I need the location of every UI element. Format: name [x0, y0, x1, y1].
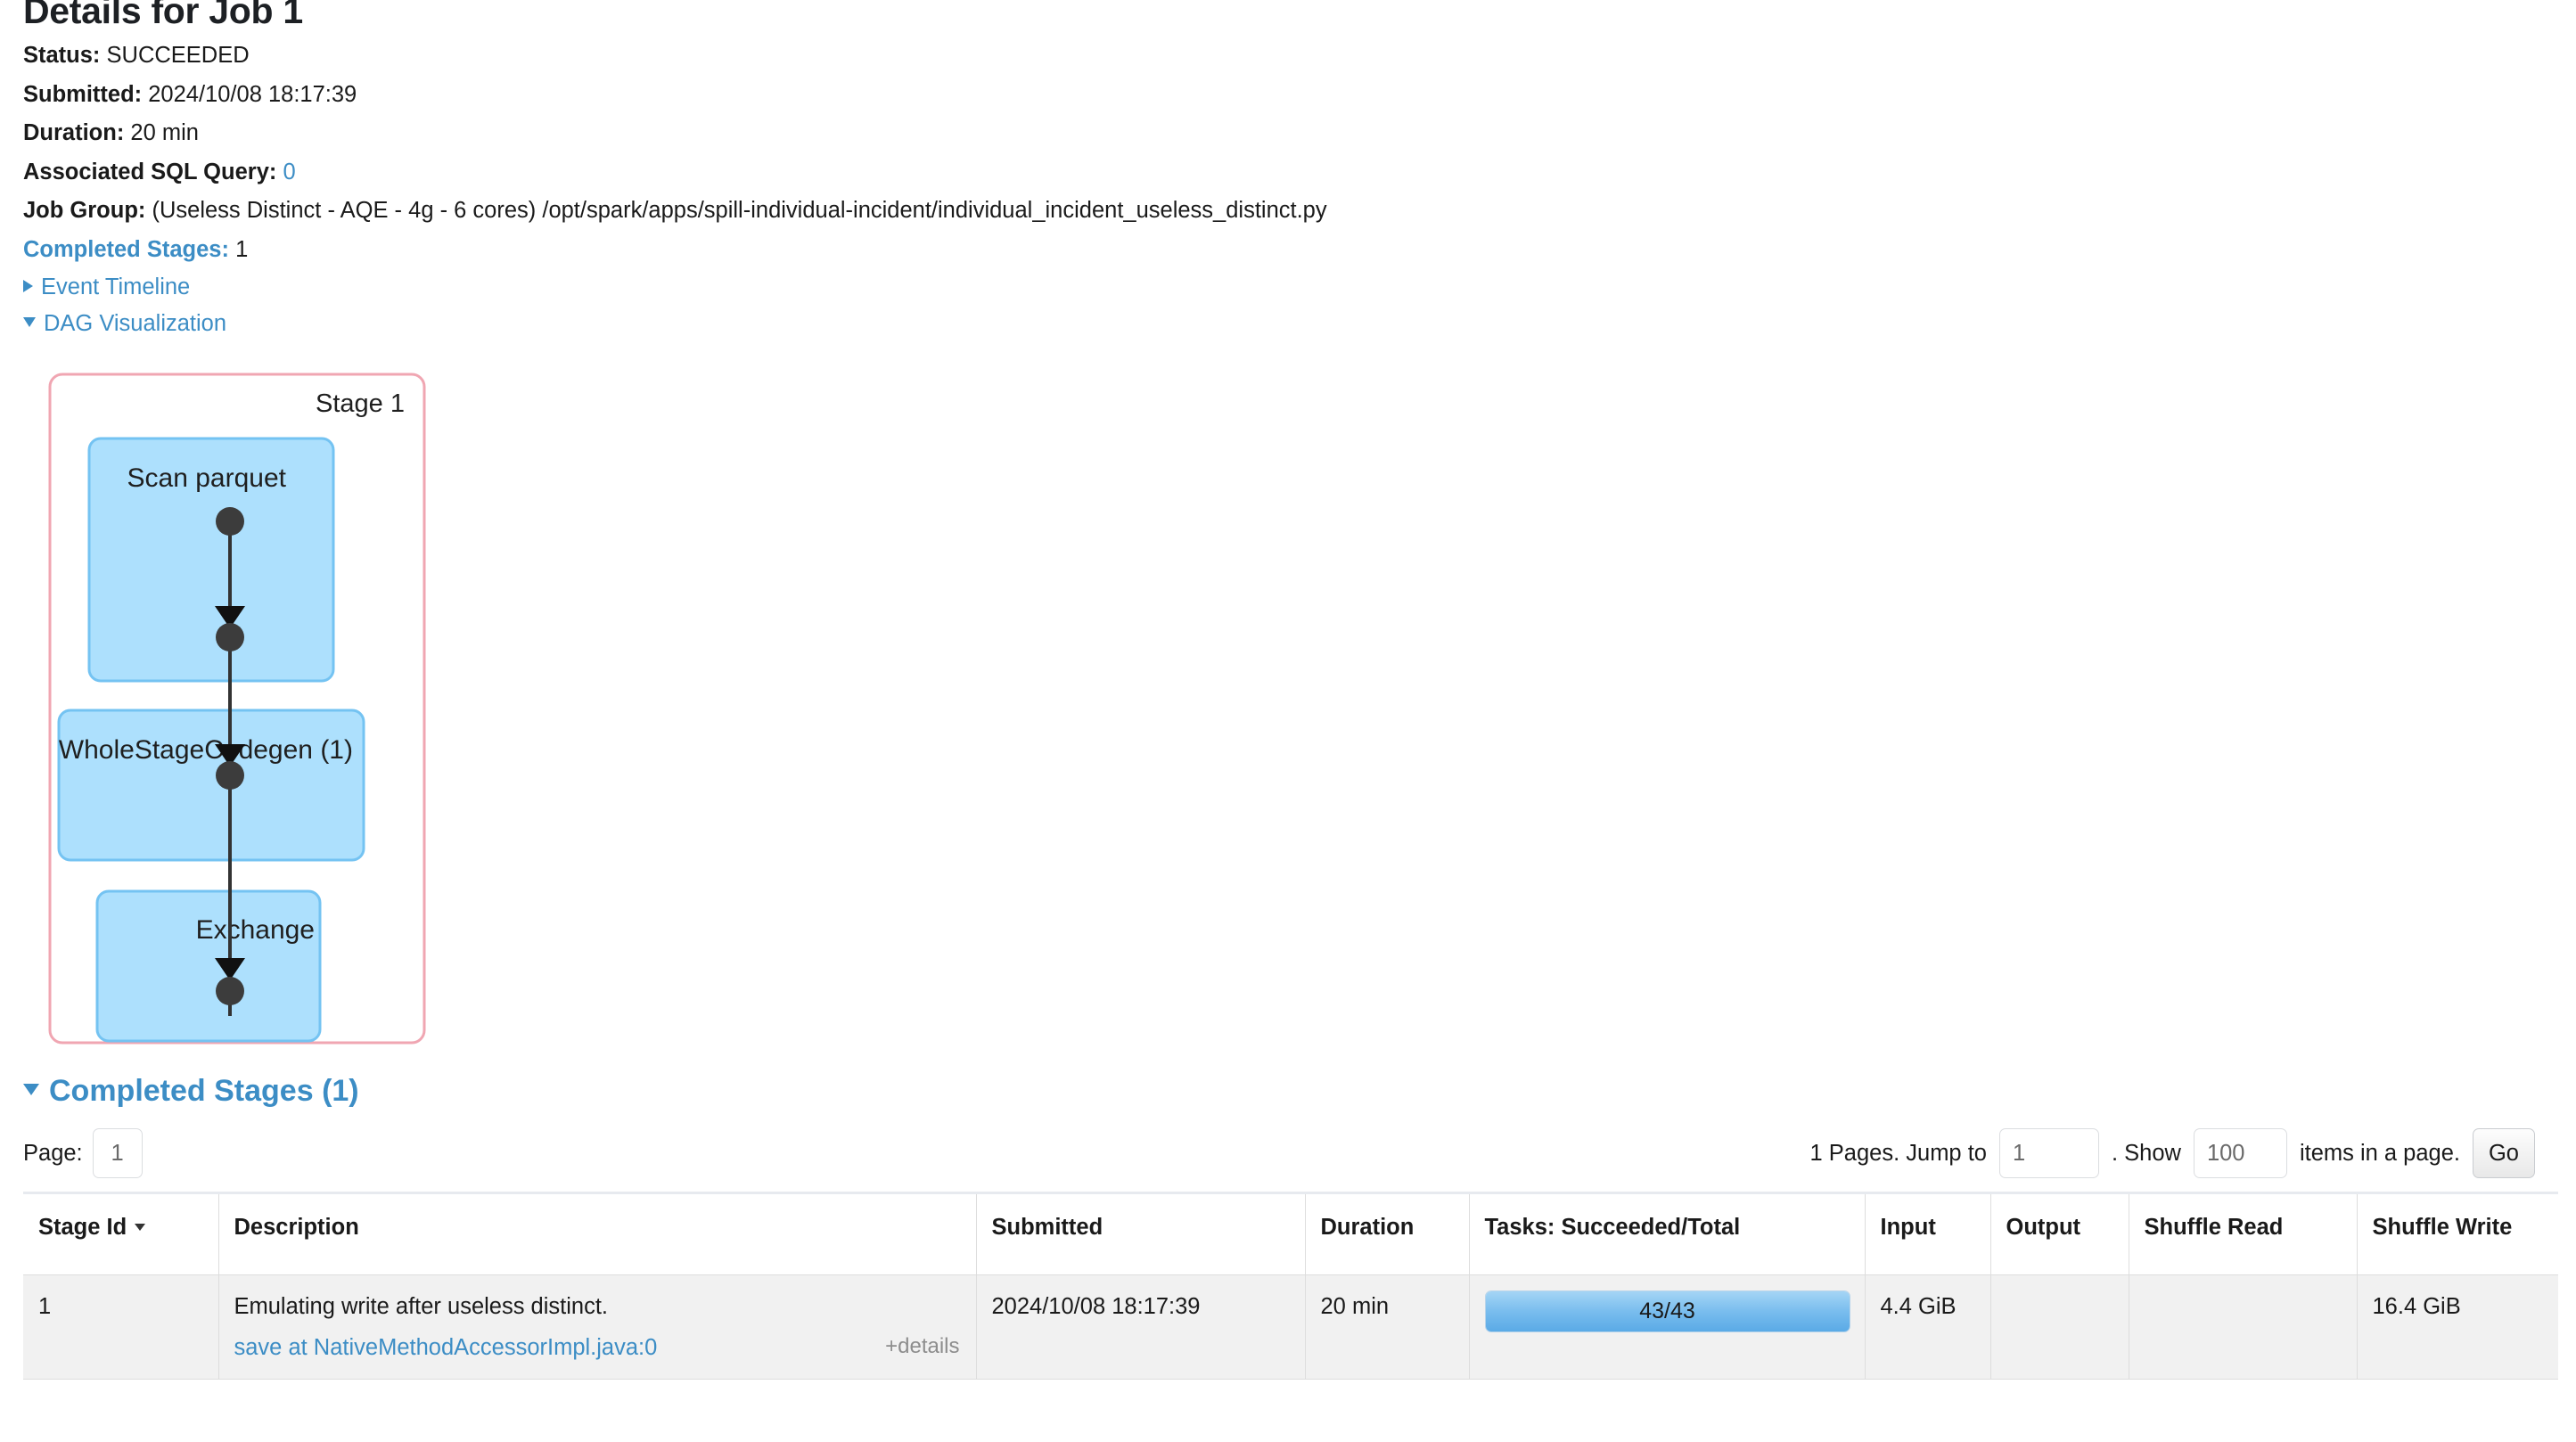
dag-visualization-label: DAG Visualization — [44, 311, 227, 336]
cell-shuffle-write: 16.4 GiB — [2357, 1274, 2558, 1380]
chevron-down-icon — [23, 317, 36, 327]
completed-stages-section-heading: Completed Stages (1) — [23, 1074, 2553, 1108]
dag-stage-label: Stage 1 — [316, 389, 405, 418]
column-header-stage-id[interactable]: Stage Id — [23, 1192, 219, 1276]
duration-label: Duration: — [23, 120, 125, 145]
summary-item-status: Status: SUCCEEDED — [23, 37, 2553, 75]
dag-dot-1 — [216, 507, 244, 536]
dag-dot-2 — [216, 761, 244, 790]
cell-description: Emulating write after useless distinct. … — [218, 1274, 977, 1380]
page-input[interactable] — [92, 1128, 143, 1179]
cell-input: 4.4 GiB — [1865, 1274, 1991, 1380]
table-header-row: Stage Id Description Submitted Duration … — [23, 1192, 2558, 1276]
dag-visualization-toggle-row: DAG Visualization — [23, 306, 2553, 342]
summary-item-job-group: Job Group: (Useless Distinct - AQE - 4g … — [23, 192, 2553, 230]
chevron-down-icon — [23, 1084, 39, 1095]
cell-stage-id: 1 — [23, 1274, 219, 1380]
cell-duration: 20 min — [1305, 1274, 1470, 1380]
table-row: 1 Emulating write after useless distinct… — [23, 1274, 2558, 1380]
dag-node-label-wholestagecodegen: WholeStageCodegen (1) — [59, 735, 353, 765]
column-header-output[interactable]: Output — [1990, 1192, 2129, 1276]
dag-node-exchange[interactable] — [95, 889, 322, 1043]
page-label: Page: — [23, 1141, 83, 1167]
dag-visualization-toggle[interactable]: DAG Visualization — [23, 311, 226, 336]
column-header-shuffle-write[interactable]: Shuffle Write — [2357, 1192, 2558, 1276]
sql-query-label: Associated SQL Query: — [23, 159, 277, 184]
pagination-left: Page: — [23, 1128, 143, 1179]
job-group-label: Job Group: — [23, 198, 146, 223]
status-label: Status: — [23, 43, 101, 68]
items-in-page-text: items in a page. — [2299, 1141, 2460, 1167]
pagination-bar: Page: 1 Pages. Jump to . Show items in a… — [23, 1127, 2553, 1180]
column-header-shuffle-read[interactable]: Shuffle Read — [2129, 1192, 2358, 1276]
cell-submitted: 2024/10/08 18:17:39 — [976, 1274, 1306, 1380]
dag-dot-4 — [216, 977, 244, 1005]
chevron-right-icon — [23, 280, 33, 292]
summary-item-duration: Duration: 20 min — [23, 114, 2553, 152]
completed-stages-value: 1 — [235, 236, 249, 262]
summary-item-sql-query: Associated SQL Query: 0 — [23, 153, 2553, 192]
cell-shuffle-read — [2129, 1274, 2358, 1380]
event-timeline-label: Event Timeline — [41, 274, 191, 299]
pagination-right: 1 Pages. Jump to . Show items in a page.… — [1809, 1128, 2553, 1179]
column-header-tasks[interactable]: Tasks: Succeeded/Total — [1469, 1192, 1866, 1276]
description-title: Emulating write after useless distinct. — [234, 1294, 609, 1320]
job-details-page: Details for Job 1 Status: SUCCEEDED Subm… — [0, 0, 2576, 1380]
cell-output — [1990, 1274, 2129, 1380]
column-header-input[interactable]: Input — [1865, 1192, 1991, 1276]
dag-dot-3 — [216, 623, 244, 651]
pages-count-text: 1 Pages. Jump to — [1809, 1141, 1987, 1167]
job-summary-list: Status: SUCCEEDED Submitted: 2024/10/08 … — [23, 37, 2553, 268]
duration-value: 20 min — [130, 120, 199, 145]
table-body: 1 Emulating write after useless distinct… — [23, 1274, 2558, 1380]
event-timeline-toggle[interactable]: Event Timeline — [23, 274, 190, 299]
status-value: SUCCEEDED — [106, 43, 250, 68]
dag-node-label-exchange: Exchange — [196, 915, 315, 945]
description-link[interactable]: save at NativeMethodAccessorImpl.java:0 — [234, 1335, 658, 1360]
event-timeline-toggle-row: Event Timeline — [23, 269, 2553, 306]
completed-stages-label: Completed Stages: — [23, 236, 229, 262]
sql-query-link[interactable]: 0 — [283, 160, 295, 184]
table-header: Stage Id Description Submitted Duration … — [23, 1192, 2558, 1276]
submitted-value: 2024/10/08 18:17:39 — [148, 81, 357, 107]
show-text: . Show — [2111, 1141, 2181, 1167]
summary-item-submitted: Submitted: 2024/10/08 18:17:39 — [23, 76, 2553, 114]
column-header-description[interactable]: Description — [218, 1192, 977, 1276]
dag-node-label-scan-parquet: Scan parquet — [127, 463, 287, 493]
completed-stages-table-wrap: Stage Id Description Submitted Duration … — [23, 1192, 2558, 1380]
completed-stages-collapse-toggle[interactable]: Completed Stages (1) — [23, 1074, 359, 1108]
cell-tasks: 43/43 — [1469, 1274, 1866, 1380]
tasks-progress-bar: 43/43 — [1484, 1290, 1850, 1333]
page-title: Details for Job 1 — [23, 0, 303, 31]
dag-graph: Stage 1 Scan parquet WholeStageCodegen (… — [48, 373, 426, 1045]
description-link-row: save at NativeMethodAccessorImpl.java:0 — [234, 1331, 860, 1364]
completed-stages-table: Stage Id Description Submitted Duration … — [23, 1192, 2558, 1380]
dag-visualization-panel: Stage 1 Scan parquet WholeStageCodegen (… — [23, 356, 2553, 1061]
summary-item-completed-stages: Completed Stages: 1 — [23, 231, 2553, 269]
sort-descending-icon — [135, 1224, 146, 1232]
details-toggle[interactable]: +details — [885, 1331, 959, 1362]
items-per-page-input[interactable] — [2193, 1128, 2287, 1179]
column-header-duration[interactable]: Duration — [1305, 1192, 1470, 1276]
column-label-stage-id: Stage Id — [38, 1215, 127, 1241]
column-header-submitted[interactable]: Submitted — [976, 1192, 1306, 1276]
jump-to-page-input[interactable] — [1998, 1128, 2099, 1179]
go-button[interactable]: Go — [2472, 1128, 2535, 1179]
completed-stages-heading-text: Completed Stages (1) — [49, 1074, 359, 1108]
submitted-label: Submitted: — [23, 81, 143, 107]
dag-node-wholestagecodegen[interactable] — [57, 709, 365, 862]
job-group-value: (Useless Distinct - AQE - 4g - 6 cores) … — [152, 198, 1327, 223]
tasks-progress-label: 43/43 — [1639, 1299, 1695, 1324]
